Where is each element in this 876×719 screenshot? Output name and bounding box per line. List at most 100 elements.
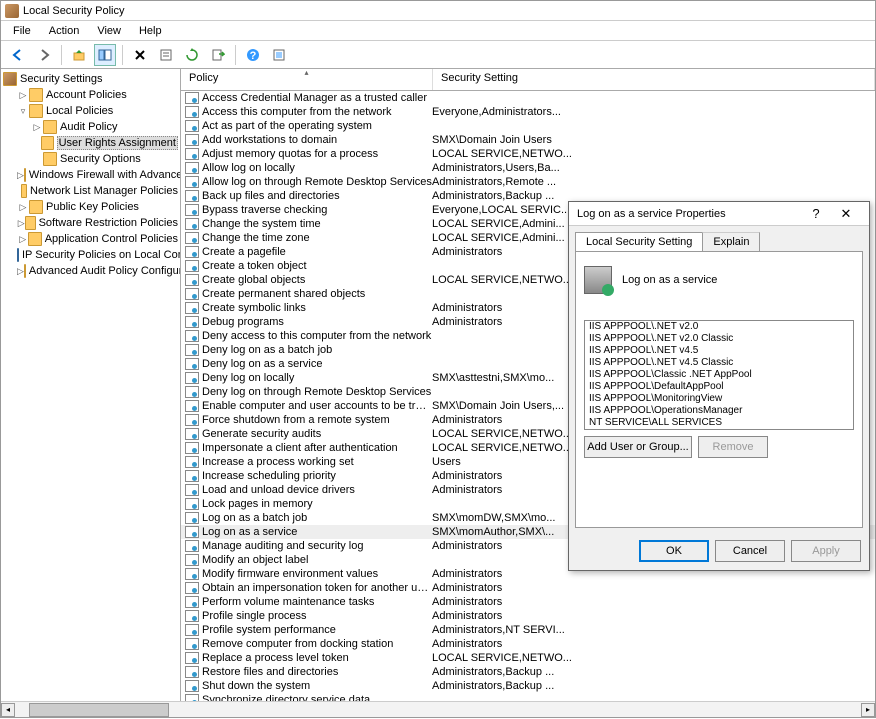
tree-item[interactable]: ▷Application Control Policies <box>1 231 180 247</box>
expand-icon[interactable]: ▷ <box>17 89 29 101</box>
policy-item-icon <box>185 120 199 132</box>
principal-item[interactable]: IIS APPPOOL\.NET v2.0 Classic <box>585 333 853 345</box>
tree-pane[interactable]: Security Settings ▷ Account Policies ▿Loca… <box>1 69 181 701</box>
tree-item[interactable]: User Rights Assignment <box>1 135 180 151</box>
principal-item[interactable]: IIS APPPOOL\.NET v4.5 <box>585 345 853 357</box>
dialog-help-button[interactable]: ? <box>801 206 831 221</box>
policy-row[interactable]: Allow log on through Remote Desktop Serv… <box>181 175 875 189</box>
apply-button[interactable]: Apply <box>791 540 861 562</box>
policy-row[interactable]: Restore files and directoriesAdministrat… <box>181 665 875 679</box>
tree-item[interactable]: ▷ Software Restriction Policies <box>1 215 180 231</box>
principal-item[interactable]: IIS APPPOOL\DefaultAppPool <box>585 381 853 393</box>
principal-item[interactable]: NT SERVICE\MSOLAP$INSTANCE1 <box>585 429 853 430</box>
tab-local-security-setting[interactable]: Local Security Setting <box>575 232 703 251</box>
column-setting[interactable]: Security Setting <box>433 69 875 90</box>
menu-view[interactable]: View <box>89 23 129 39</box>
principal-item[interactable]: IIS APPPOOL\.NET v4.5 Classic <box>585 357 853 369</box>
toolbar-separator <box>122 45 123 65</box>
app-icon <box>5 4 19 18</box>
show-tree-button[interactable] <box>94 44 116 66</box>
principal-item[interactable]: IIS APPPOOL\MonitoringView <box>585 393 853 405</box>
principal-item[interactable]: IIS APPPOOL\Classic .NET AppPool <box>585 369 853 381</box>
menu-file[interactable]: File <box>5 23 39 39</box>
tree-item[interactable]: IP Security Policies on Local Compute <box>1 247 180 263</box>
horizontal-scrollbar[interactable]: ◂ ▸ <box>1 701 875 717</box>
policy-row[interactable]: Remove computer from docking stationAdmi… <box>181 637 875 651</box>
policy-row[interactable]: Obtain an impersonation token for anothe… <box>181 581 875 595</box>
dialog-title-bar[interactable]: Log on as a service Properties ? ✕ <box>569 202 869 226</box>
tree-root[interactable]: Security Settings <box>1 71 180 87</box>
listbox-buttons: Add User or Group... Remove <box>584 436 854 458</box>
collapse-icon[interactable]: ▿ <box>17 105 29 117</box>
tree-item[interactable]: ▷ Advanced Audit Policy Configuration <box>1 263 180 279</box>
policy-item-icon <box>185 498 199 510</box>
tree-item[interactable]: ▷Windows Firewall with Advanced Sec <box>1 167 180 183</box>
policy-setting: Administrators <box>432 610 875 622</box>
policy-row[interactable]: Synchronize directory service data <box>181 693 875 701</box>
policy-row[interactable]: Perform volume maintenance tasksAdminist… <box>181 595 875 609</box>
tab-explain[interactable]: Explain <box>702 232 760 251</box>
policy-row[interactable]: Shut down the systemAdministrators,Backu… <box>181 679 875 693</box>
manage-button[interactable] <box>268 44 290 66</box>
cancel-button[interactable]: Cancel <box>715 540 785 562</box>
expand-icon[interactable]: ▷ <box>17 265 24 277</box>
policy-row[interactable]: Access Credential Manager as a trusted c… <box>181 91 875 105</box>
policy-setting: Administrators,Remote ... <box>432 176 875 188</box>
policy-item-icon <box>185 302 199 314</box>
tree-item[interactable]: ▿Local Policies <box>1 103 180 119</box>
policy-row[interactable]: Profile single processAdministrators <box>181 609 875 623</box>
forward-button[interactable] <box>33 44 55 66</box>
expand-icon[interactable]: ▷ <box>17 201 29 213</box>
policy-row[interactable]: Add workstations to domainSMX\Domain Joi… <box>181 133 875 147</box>
policy-setting: LOCAL SERVICE,NETWO... <box>432 148 875 160</box>
tree-item-label: Account Policies <box>46 89 127 101</box>
policy-name: Modify an object label <box>202 554 432 566</box>
policy-row[interactable]: Allow log on locallyAdministrators,Users… <box>181 161 875 175</box>
tree-item[interactable]: ▷ Public Key Policies <box>1 199 180 215</box>
title-bar: Local Security Policy <box>1 1 875 21</box>
principal-item[interactable]: NT SERVICE\ALL SERVICES <box>585 417 853 429</box>
delete-button[interactable] <box>129 44 151 66</box>
tree-item-label: Public Key Policies <box>46 201 139 213</box>
menu-help[interactable]: Help <box>131 23 170 39</box>
policy-name: Deny access to this computer from the ne… <box>202 330 432 342</box>
policy-item-icon <box>185 442 199 454</box>
policy-row[interactable]: Access this computer from the networkEve… <box>181 105 875 119</box>
scroll-thumb[interactable] <box>29 703 169 717</box>
remove-button[interactable]: Remove <box>698 436 768 458</box>
policy-name: Change the system time <box>202 218 432 230</box>
policy-row[interactable]: Replace a process level tokenLOCAL SERVI… <box>181 651 875 665</box>
principals-listbox[interactable]: IIS APPPOOL\.NET v2.0IIS APPPOOL\.NET v2… <box>584 320 854 430</box>
add-user-group-button[interactable]: Add User or Group... <box>584 436 692 458</box>
properties-dialog: Log on as a service Properties ? ✕ Local… <box>568 201 870 571</box>
policy-name: Remove computer from docking station <box>202 638 432 650</box>
expand-icon[interactable]: ▷ <box>17 233 28 245</box>
tree-item[interactable]: Network List Manager Policies <box>1 183 180 199</box>
principal-item[interactable]: IIS APPPOOL\OperationsManager <box>585 405 853 417</box>
tree-item[interactable]: ▷ Account Policies <box>1 87 180 103</box>
expand-icon[interactable]: ▷ <box>17 217 25 229</box>
back-button[interactable] <box>7 44 29 66</box>
tree-item-label: Advanced Audit Policy Configuration <box>29 265 181 277</box>
tree-item[interactable]: Security Options <box>1 151 180 167</box>
properties-button[interactable] <box>155 44 177 66</box>
expand-icon[interactable]: ▷ <box>31 121 43 133</box>
menu-action[interactable]: Action <box>41 23 88 39</box>
refresh-button[interactable] <box>181 44 203 66</box>
help-button[interactable]: ? <box>242 44 264 66</box>
tree-item[interactable]: ▷Audit Policy <box>1 119 180 135</box>
ok-button[interactable]: OK <box>639 540 709 562</box>
policy-name: Enable computer and user accounts to be … <box>202 400 432 412</box>
export-button[interactable] <box>207 44 229 66</box>
policy-row[interactable]: Act as part of the operating system <box>181 119 875 133</box>
scroll-right-icon[interactable]: ▸ <box>861 703 875 717</box>
principal-item[interactable]: IIS APPPOOL\.NET v2.0 <box>585 321 853 333</box>
up-button[interactable] <box>68 44 90 66</box>
scroll-left-icon[interactable]: ◂ <box>1 703 15 717</box>
policy-row[interactable]: Adjust memory quotas for a processLOCAL … <box>181 147 875 161</box>
expand-icon[interactable]: ▷ <box>17 169 24 181</box>
tree-item-label: Software Restriction Policies <box>39 217 178 229</box>
dialog-close-button[interactable]: ✕ <box>831 206 861 222</box>
policy-row[interactable]: Profile system performanceAdministrators… <box>181 623 875 637</box>
column-policy[interactable]: Policy ▴ <box>181 69 433 90</box>
